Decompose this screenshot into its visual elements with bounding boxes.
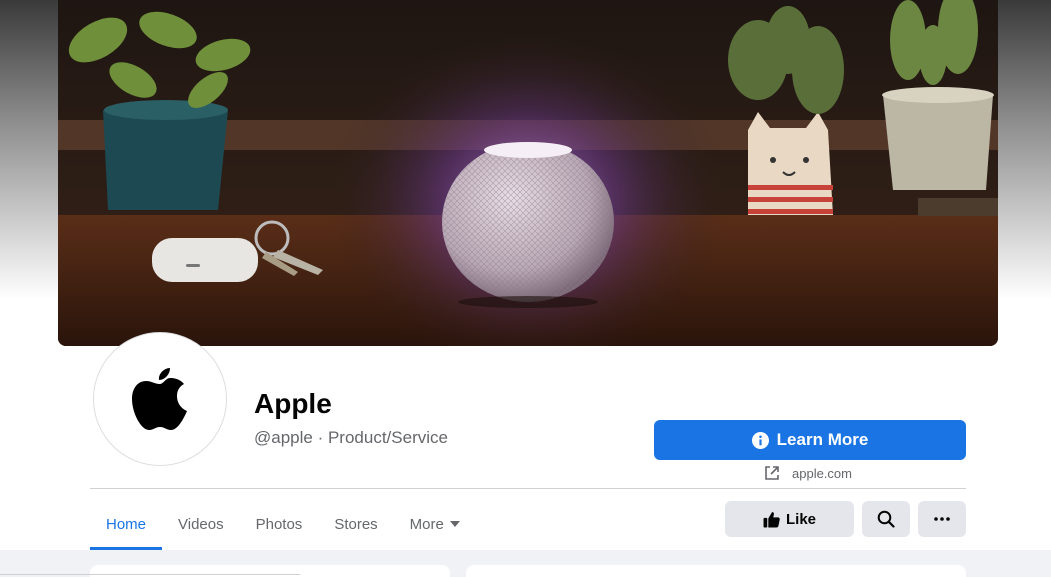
tab-videos[interactable]: Videos [162, 498, 240, 550]
thumbs-up-icon [763, 511, 780, 527]
website-link[interactable]: apple.com [764, 465, 852, 481]
tab-photos[interactable]: Photos [240, 498, 319, 550]
tab-label: More [409, 515, 444, 533]
horizontal-scrollbar[interactable] [0, 574, 300, 575]
tab-home[interactable]: Home [90, 498, 163, 550]
page-title: Apple [254, 388, 332, 419]
learn-more-label: Learn More [776, 430, 869, 449]
tab-label: Home [106, 515, 147, 533]
cover-photo[interactable] [58, 0, 998, 346]
learn-more-button[interactable]: Learn More [654, 420, 966, 460]
cover-photo-image [58, 0, 998, 346]
header-divider [90, 488, 966, 489]
posts-card [466, 565, 966, 577]
ellipsis-icon [934, 517, 950, 521]
info-circle-icon [751, 431, 769, 449]
website-url: apple.com [792, 465, 852, 481]
search-button[interactable] [862, 501, 910, 537]
intro-card [90, 565, 450, 577]
external-link-icon [765, 466, 779, 480]
profile-avatar[interactable] [93, 332, 227, 466]
tab-label: Videos [178, 515, 224, 533]
apple-logo-icon [132, 368, 187, 430]
tab-label: Stores [334, 515, 378, 533]
search-icon [877, 510, 895, 528]
caret-down-icon [449, 521, 460, 527]
page-tabs: Home Videos Photos Stores More [90, 498, 477, 550]
page-handle-category: @apple · Product/Service [254, 428, 448, 447]
tab-stores[interactable]: Stores [318, 498, 393, 550]
tab-label: Photos [255, 515, 303, 533]
more-options-button[interactable] [918, 501, 966, 537]
tab-more[interactable]: More [394, 498, 477, 550]
like-button[interactable]: Like [725, 501, 854, 537]
like-label: Like [785, 510, 816, 528]
